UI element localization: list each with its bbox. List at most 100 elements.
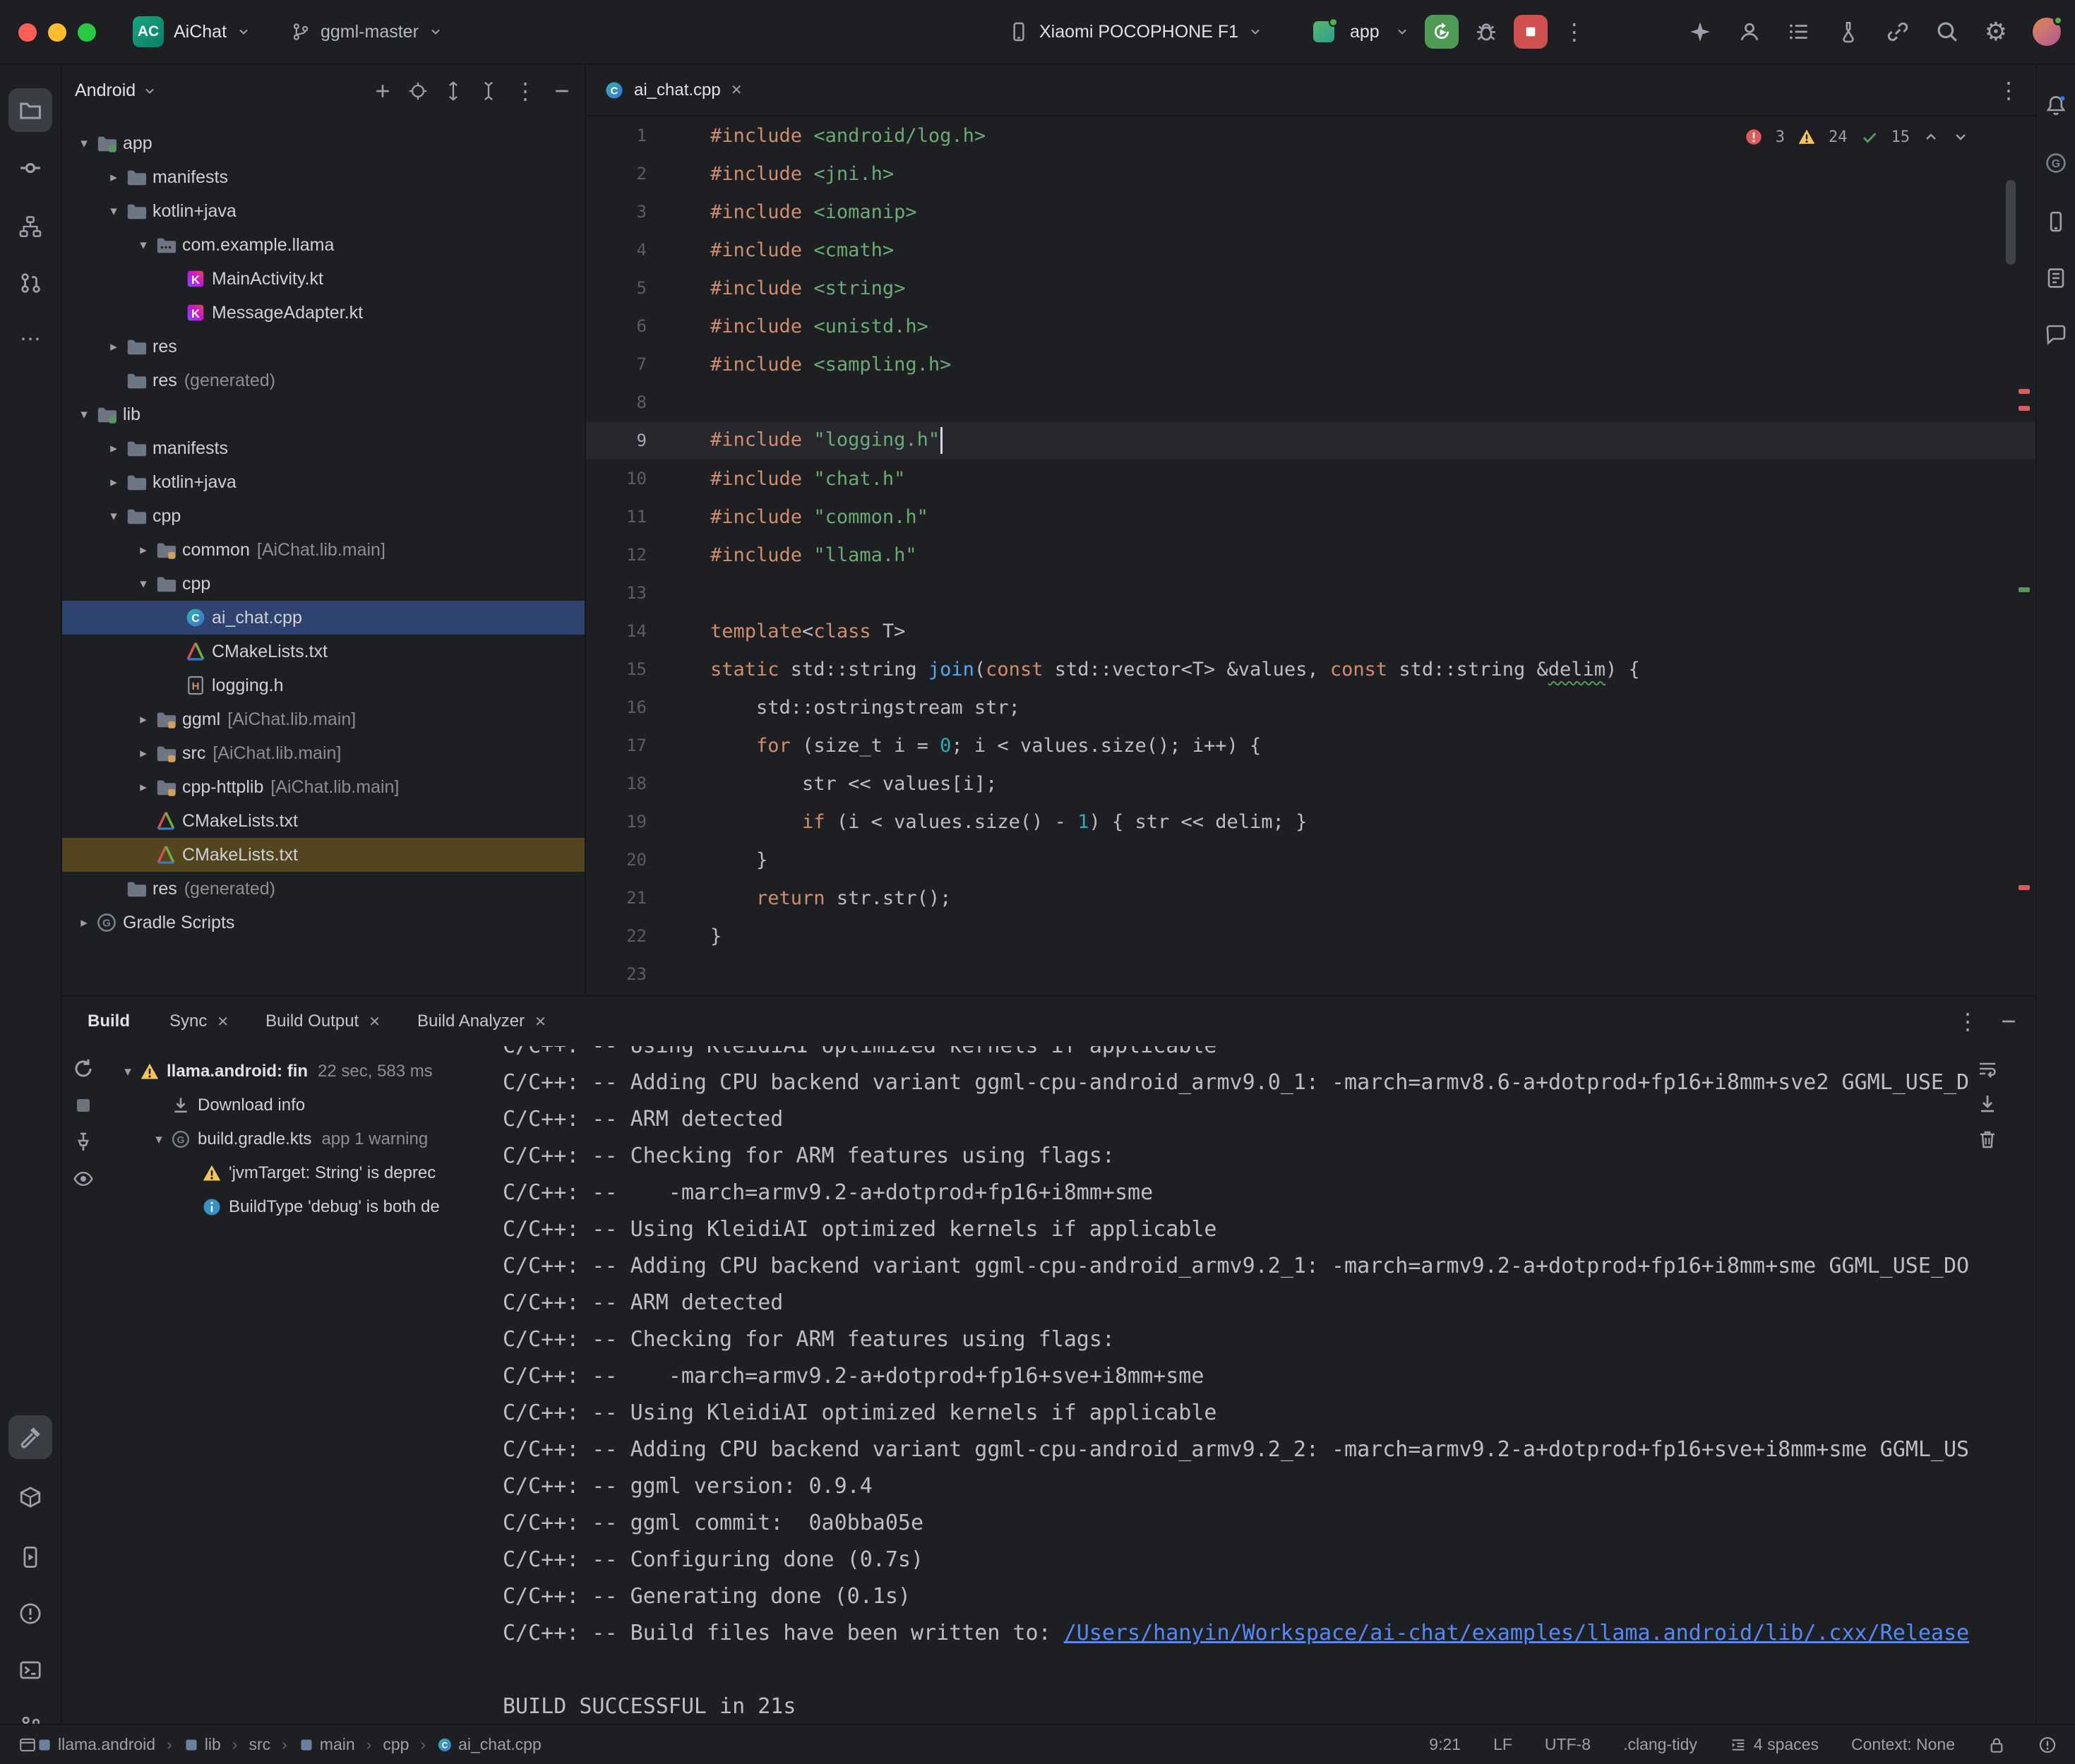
console-link[interactable]: /Users/hanyin/Workspace/ai-chat/examples… bbox=[1064, 1621, 1969, 1645]
user-avatar[interactable] bbox=[2033, 18, 2061, 46]
chevron-right-icon[interactable]: ▸ bbox=[102, 440, 126, 457]
code-line[interactable]: 11#include "common.h" bbox=[586, 498, 2035, 536]
line-number[interactable]: 19 bbox=[586, 812, 689, 832]
settings-icon[interactable]: ⚙ bbox=[1985, 19, 2007, 44]
next-problem[interactable] bbox=[1952, 128, 1969, 145]
code-line[interactable]: 19 if (i < values.size() - 1) { str << d… bbox=[586, 803, 2035, 841]
project-view-selector[interactable]: Android bbox=[75, 80, 136, 101]
breadcrumb-item[interactable]: src bbox=[249, 1735, 270, 1754]
project-tree-item[interactable]: ▾com.example.llama bbox=[62, 228, 585, 262]
breadcrumb-item[interactable]: Cai_chat.cpp bbox=[437, 1735, 542, 1754]
code-line[interactable]: 10#include "chat.h" bbox=[586, 460, 2035, 498]
line-number[interactable]: 17 bbox=[586, 736, 689, 755]
code-line[interactable]: 8 bbox=[586, 383, 2035, 421]
project-tree-item[interactable]: CMakeLists.txt bbox=[62, 838, 585, 872]
tool-button-logcat[interactable] bbox=[2039, 261, 2073, 295]
tool-button-assistant[interactable] bbox=[2039, 318, 2073, 352]
code-line[interactable]: 18 str << values[i]; bbox=[586, 764, 2035, 803]
chevron-right-icon[interactable]: ▸ bbox=[131, 542, 155, 558]
project-tree-item[interactable]: ▸src[AiChat.lib.main] bbox=[62, 736, 585, 770]
project-tree-item[interactable]: Cai_chat.cpp bbox=[62, 601, 585, 635]
collapse-all-button[interactable] bbox=[479, 81, 498, 101]
build-tab[interactable]: Sync✕ bbox=[151, 997, 247, 1046]
project-tree-item[interactable]: CMakeLists.txt bbox=[62, 804, 585, 838]
close-icon[interactable]: ✕ bbox=[217, 1013, 229, 1031]
line-number[interactable]: 7 bbox=[586, 354, 689, 374]
chevron-down-icon[interactable]: ▾ bbox=[102, 203, 126, 220]
project-tree-item[interactable]: ▾app bbox=[62, 126, 585, 160]
code-line[interactable]: 20 } bbox=[586, 841, 2035, 879]
code-line[interactable]: 13 bbox=[586, 574, 2035, 612]
code-line[interactable]: 17 for (size_t i = 0; i < values.size();… bbox=[586, 726, 2035, 764]
code-line[interactable]: 16 std::ostringstream str; bbox=[586, 688, 2035, 726]
hide-build-panel[interactable] bbox=[1999, 1012, 2019, 1031]
code-with-me-icon[interactable] bbox=[1738, 20, 1762, 44]
line-number[interactable]: 14 bbox=[586, 621, 689, 641]
error-stripe-mark[interactable] bbox=[2019, 885, 2030, 890]
clear-all-button[interactable] bbox=[1976, 1128, 1999, 1151]
project-tree-item[interactable]: ▾cpp bbox=[62, 499, 585, 533]
search-everywhere-icon[interactable] bbox=[1935, 20, 1959, 44]
project-tree-item[interactable]: CMakeLists.txt bbox=[62, 635, 585, 668]
build-tree-item[interactable]: ▾Gbuild.gradle.ktsapp 1 warning bbox=[116, 1122, 503, 1156]
breadcrumb-item[interactable]: lib bbox=[184, 1735, 221, 1754]
caret-position[interactable]: 9:21 bbox=[1429, 1735, 1461, 1754]
hide-panel-button[interactable] bbox=[552, 81, 572, 101]
project-tree-item[interactable]: ▾lib bbox=[62, 397, 585, 431]
code-line[interactable]: 15static std::string join(const std::vec… bbox=[586, 650, 2035, 688]
tool-button-project[interactable] bbox=[8, 88, 52, 132]
code-line[interactable]: 23 bbox=[586, 955, 2035, 993]
file-encoding[interactable]: UTF-8 bbox=[1545, 1735, 1591, 1754]
inspections-widget[interactable]: 3 24 15 bbox=[1738, 125, 1976, 149]
code-area[interactable]: 3 24 15 1#include <android/log.h>2#inclu… bbox=[586, 116, 2035, 995]
close-window-button[interactable] bbox=[18, 23, 37, 42]
more-run-options-icon[interactable]: ⋮ bbox=[1563, 20, 1586, 43]
change-stripe-mark[interactable] bbox=[2019, 587, 2030, 592]
link-project-icon[interactable] bbox=[1886, 20, 1910, 44]
rerun-button[interactable] bbox=[1425, 15, 1459, 49]
build-tree-item[interactable]: 'jvmTarget: String' is deprec bbox=[116, 1156, 503, 1190]
project-tree-item[interactable]: ▾kotlin+java bbox=[62, 194, 585, 228]
build-options-icon[interactable]: ⋮ bbox=[1956, 1010, 1979, 1033]
tool-button-gradle[interactable]: G bbox=[2039, 146, 2073, 180]
ai-assistant-icon[interactable] bbox=[1688, 20, 1712, 44]
close-icon[interactable]: ✕ bbox=[534, 1013, 546, 1031]
tool-button-structure[interactable] bbox=[8, 205, 52, 248]
editor-tab[interactable]: C ai_chat.cpp ✕ bbox=[586, 65, 761, 115]
breadcrumb-item[interactable]: main bbox=[299, 1735, 355, 1754]
tool-button-terminal[interactable] bbox=[8, 1648, 52, 1692]
locate-file-button[interactable] bbox=[408, 81, 428, 101]
project-tree-item[interactable]: ▸manifests bbox=[62, 160, 585, 194]
line-number[interactable]: 16 bbox=[586, 697, 689, 717]
code-line[interactable]: 6#include <unistd.h> bbox=[586, 307, 2035, 345]
chevron-right-icon[interactable]: ▸ bbox=[131, 779, 155, 796]
build-tab[interactable]: Build Analyzer✕ bbox=[399, 997, 565, 1046]
line-number[interactable]: 5 bbox=[586, 278, 689, 298]
run-config-name[interactable]: app bbox=[1350, 22, 1380, 42]
build-tab[interactable]: Build Output✕ bbox=[247, 997, 399, 1046]
tool-button-pull-requests[interactable] bbox=[8, 261, 52, 305]
services-icon[interactable] bbox=[1836, 20, 1860, 44]
code-line[interactable]: 12#include "llama.h" bbox=[586, 536, 2035, 574]
project-tree-item[interactable]: ▸GGradle Scripts bbox=[62, 906, 585, 940]
code-line[interactable]: 21 return str.str(); bbox=[586, 879, 2035, 917]
view-options-button[interactable] bbox=[72, 1168, 95, 1190]
line-number[interactable]: 6 bbox=[586, 316, 689, 336]
code-line[interactable]: 14template<class T> bbox=[586, 612, 2035, 650]
tool-button-problems[interactable] bbox=[8, 1592, 52, 1636]
line-number[interactable]: 23 bbox=[586, 964, 689, 984]
project-tree-item[interactable]: KMainActivity.kt bbox=[62, 262, 585, 296]
todo-list-icon[interactable] bbox=[1787, 20, 1811, 44]
line-number[interactable]: 3 bbox=[586, 202, 689, 222]
tool-button-device-explorer[interactable] bbox=[2039, 205, 2073, 239]
line-number[interactable]: 13 bbox=[586, 583, 689, 603]
breadcrumb-item[interactable]: llama.android bbox=[37, 1735, 155, 1754]
context-status[interactable]: Context: None bbox=[1851, 1735, 1955, 1754]
chevron-down-icon[interactable]: ▾ bbox=[147, 1132, 171, 1148]
line-number[interactable]: 8 bbox=[586, 392, 689, 412]
code-line[interactable]: 2#include <jni.h> bbox=[586, 155, 2035, 193]
tool-button-notifications[interactable] bbox=[2039, 88, 2073, 122]
clang-tidy-status[interactable]: .clang-tidy bbox=[1623, 1735, 1697, 1754]
project-tree-item[interactable]: KMessageAdapter.kt bbox=[62, 296, 585, 330]
project-tree-item[interactable]: ▸kotlin+java bbox=[62, 465, 585, 499]
